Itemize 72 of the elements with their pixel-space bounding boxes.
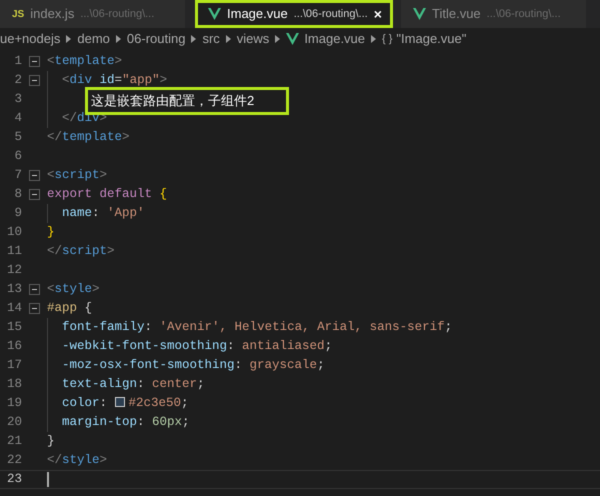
line-number: 10 <box>6 224 22 242</box>
text-cursor <box>47 472 49 487</box>
line-number: 11 <box>6 243 22 260</box>
chevron-icon <box>371 35 376 43</box>
code-line: } <box>47 433 55 450</box>
line-number: 13 <box>6 281 22 298</box>
breadcrumb-item[interactable]: src <box>202 29 220 49</box>
breadcrumb-item[interactable]: views <box>236 29 270 49</box>
code-line: color: #2c3e50; <box>61 395 189 412</box>
line-number: 9 <box>13 205 22 222</box>
fold-icon[interactable] <box>29 170 40 181</box>
line-number: 1 <box>13 53 22 70</box>
fold-icon[interactable] <box>29 189 40 200</box>
code-line: </script> <box>47 243 115 260</box>
code-line: <div id="app"> <box>61 72 168 90</box>
vue-logo-icon <box>413 8 426 20</box>
line-number: 20 <box>6 414 22 432</box>
color-swatch-icon[interactable] <box>114 397 125 408</box>
line-number: 14 <box>6 300 22 318</box>
line-number: 18 <box>6 376 22 394</box>
code-line: } <box>47 224 55 242</box>
breadcrumb-item[interactable]: Image.vue <box>304 29 366 49</box>
editor-tab[interactable]: Image.vue ...\06-routing\... × <box>195 0 393 28</box>
line-number: 4 <box>13 110 22 128</box>
vue-logo-icon <box>286 33 300 45</box>
breadcrumb-item[interactable]: demo <box>77 29 110 49</box>
chevron-icon <box>191 35 196 43</box>
line-number: 3 <box>13 91 22 108</box>
code-line: export default { <box>47 186 168 204</box>
editor-tab[interactable]: Title.vue ...\06-routing\... <box>401 0 586 28</box>
fold-icon[interactable] <box>29 56 40 67</box>
code-line: </template> <box>47 129 130 146</box>
line-number: 5 <box>13 129 22 146</box>
line-number: 12 <box>6 262 22 280</box>
line-number: 22 <box>6 452 22 470</box>
code-line: name: 'App' <box>61 205 145 222</box>
line-number: 23 <box>6 471 22 488</box>
line-number: 8 <box>13 186 22 204</box>
line-number: 2 <box>13 72 22 90</box>
code-line: #app { <box>47 300 92 318</box>
code-line: -webkit-font-smoothing: antialiased; <box>61 338 332 356</box>
code-line: <template> <box>47 53 122 70</box>
vue-logo-icon <box>208 8 221 20</box>
code-line: <style> <box>47 281 100 298</box>
breadcrumb-item[interactable]: "Image.vue" <box>396 29 466 49</box>
breadcrumb-item[interactable]: ue+nodejs <box>0 29 60 49</box>
fold-icon[interactable] <box>29 303 40 314</box>
line-number: 21 <box>6 433 22 450</box>
code-line: </style> <box>47 452 108 470</box>
chevron-icon <box>116 35 121 43</box>
code-line: -moz-osx-font-smoothing: grayscale; <box>61 357 325 374</box>
line-number: 17 <box>6 357 22 374</box>
code-line: text-align: center; <box>61 376 205 394</box>
breadcrumb-item[interactable]: 06-routing <box>126 29 186 49</box>
line-number: 6 <box>13 148 22 166</box>
line-number: 7 <box>13 167 22 184</box>
js-file-icon: JS <box>12 6 24 22</box>
close-icon[interactable]: × <box>374 4 382 24</box>
code-line: margin-top: 60px; <box>61 414 190 432</box>
code-line: font-family: 'Avenir', Helvetica, Arial, sans-serif; <box>61 319 452 336</box>
editor-tab[interactable]: JS index.js ...\06-routing\... <box>0 0 185 28</box>
code-line: <script> <box>47 167 108 184</box>
fold-icon[interactable] <box>29 75 40 86</box>
line-number: 19 <box>6 395 22 412</box>
chevron-icon <box>226 35 231 43</box>
chevron-icon <box>66 35 72 43</box>
fold-icon[interactable] <box>29 284 40 295</box>
braces-icon: { } <box>382 30 392 48</box>
callout-box: 这是嵌套路由配置，子组件2 <box>85 87 289 115</box>
line-number: 16 <box>6 338 22 356</box>
chevron-icon <box>275 35 280 43</box>
line-number: 15 <box>6 319 22 336</box>
